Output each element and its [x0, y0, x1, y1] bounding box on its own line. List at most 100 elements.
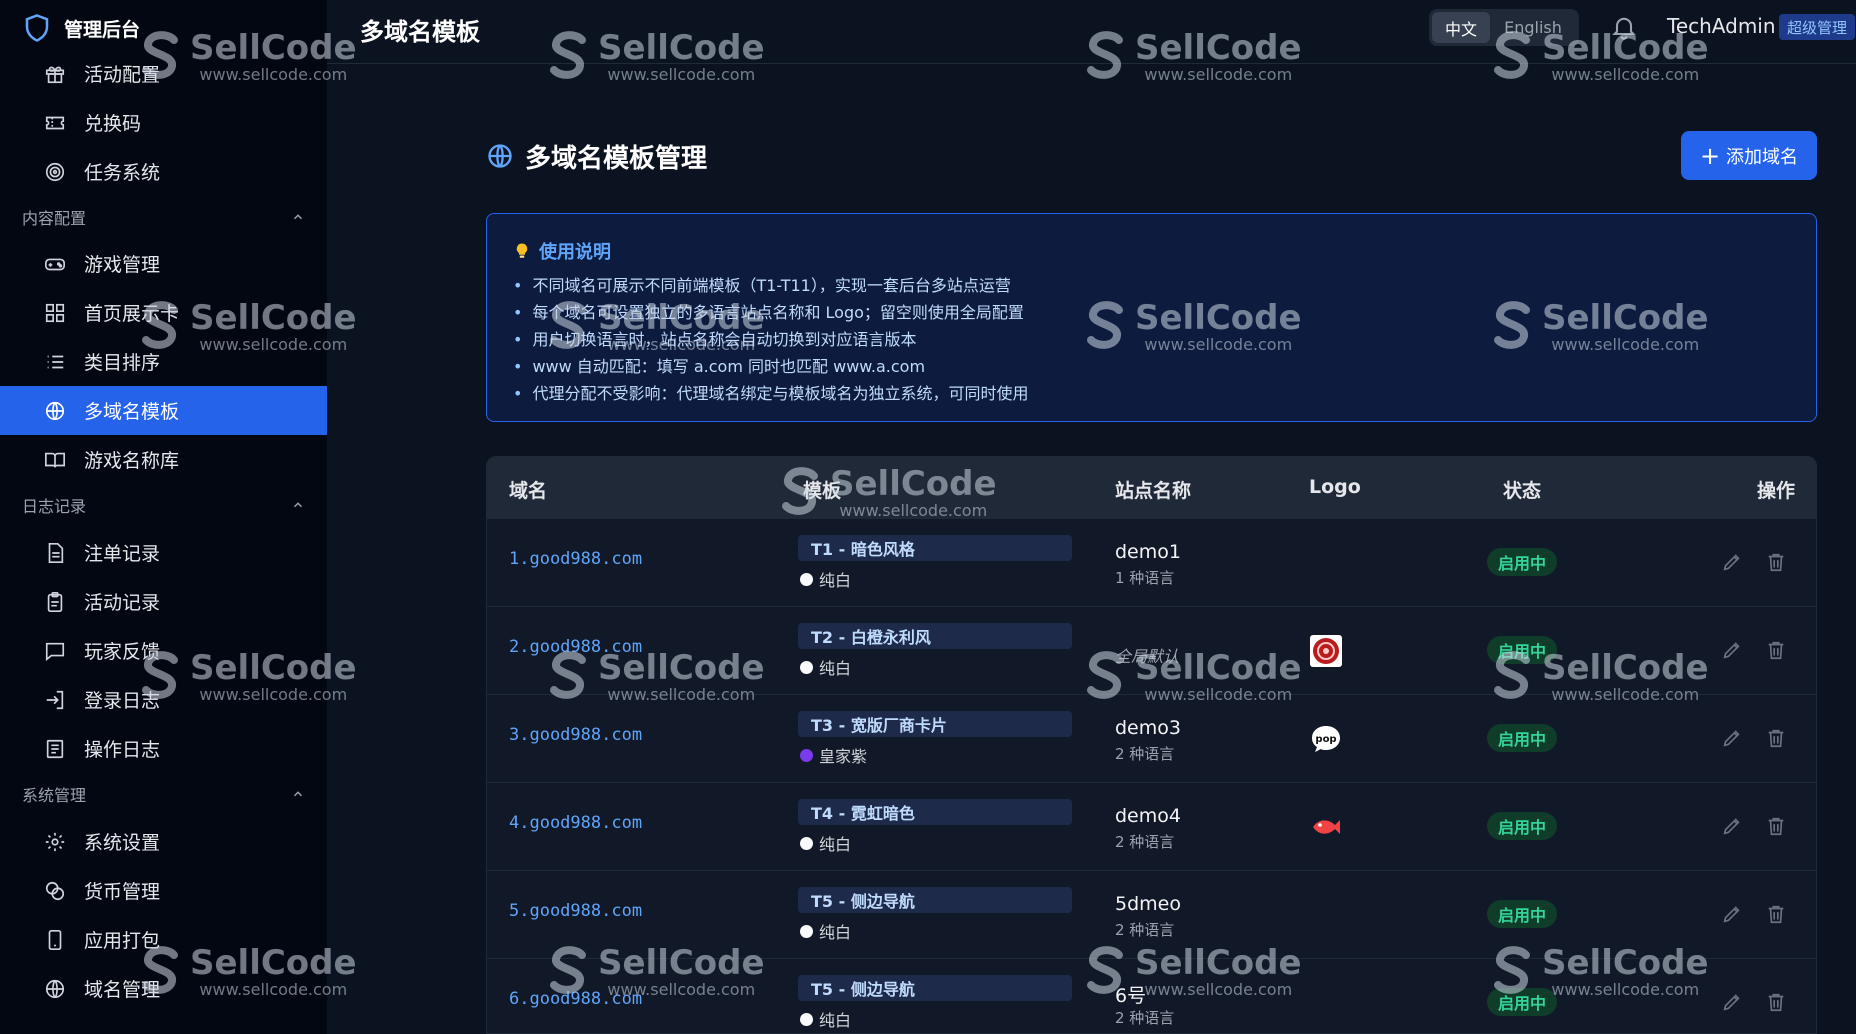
sidebar-item-label: 货币管理 [84, 881, 161, 903]
login-icon [46, 690, 64, 709]
message-icon [45, 642, 65, 661]
edit-icon[interactable] [1721, 551, 1743, 573]
status-badge: 启用中 [1487, 636, 1558, 664]
status-badge: 启用中 [1487, 988, 1558, 1016]
sidebar-item-activity-records[interactable]: 活动记录 [0, 577, 327, 626]
notice-line: • 代理分配不受影响：代理域名绑定与模板域名为独立系统，可同时使用 [513, 384, 1029, 403]
notice-line: • 每个域名可设置独立的多语言站点名称和 Logo；留空则使用全局配置 [513, 303, 1024, 322]
sidebar-item-label: 类目排序 [84, 352, 161, 374]
edit-icon[interactable] [1721, 991, 1743, 1013]
chevron-up-icon [293, 502, 303, 508]
target-icon [45, 162, 65, 181]
domain-link[interactable]: 5.good988.com [509, 901, 642, 921]
sidebar-group-logs[interactable]: 日志记录 [0, 484, 327, 526]
book-icon [45, 452, 65, 467]
plus-icon: + [1699, 141, 1721, 170]
template-tag: T2 - 白橙永利风 [798, 623, 1072, 649]
sidebar-group-system[interactable]: 系统管理 [0, 773, 327, 815]
coins-icon [45, 881, 65, 900]
template-tag: T3 - 宽版厂商卡片 [798, 711, 1072, 737]
domain-link[interactable]: 3.good988.com [509, 725, 642, 745]
template-theme: 纯白 [800, 1007, 851, 1031]
status-badge: 启用中 [1487, 812, 1558, 840]
bell-icon[interactable] [1610, 13, 1638, 41]
trash-icon[interactable] [1765, 727, 1787, 749]
theme-color-dot [800, 836, 813, 850]
section-title: 多域名模板管理 [525, 144, 708, 174]
edit-icon[interactable] [1721, 727, 1743, 749]
badge-logo-icon [1309, 634, 1343, 668]
gear-icon [45, 832, 65, 851]
sidebar-item-category-sort[interactable]: 类目排序 [0, 337, 327, 386]
role-badge: 超级管理 [1779, 14, 1856, 40]
table-row: 5.good988.com T5 - 侧边导航 纯白 5dmeo 2 种语言 启用中 [487, 870, 1816, 958]
col-status: 状态 [1503, 480, 1542, 502]
table-row: 3.good988.com T3 - 宽版厂商卡片 皇家紫 demo3 2 种语言 pop… [487, 694, 1816, 782]
sidebar-item-redeem-code[interactable]: 兑换码 [0, 98, 327, 147]
site-name: demo4 [1115, 805, 1181, 827]
sidebar-item-home-cards[interactable]: 首页展示卡 [0, 288, 327, 337]
status-badge: 启用中 [1487, 548, 1558, 576]
domain-link[interactable]: 4.good988.com [509, 813, 642, 833]
sidebar-item-game-name-library[interactable]: 游戏名称库 [0, 435, 327, 484]
trash-icon[interactable] [1765, 991, 1787, 1013]
trash-icon[interactable] [1765, 815, 1787, 837]
sidebar-item-app-packaging[interactable]: 应用打包 [0, 915, 327, 964]
sidebar-item-login-log[interactable]: 登录日志 [0, 675, 327, 724]
lang-zh-button[interactable]: 中文 [1432, 12, 1490, 43]
col-template: 模板 [803, 480, 842, 502]
sidebar-item-label: 任务系统 [84, 162, 161, 184]
sidebar-item-multi-domain-template[interactable]: 多域名模板 [0, 386, 327, 435]
lang-en-button[interactable]: English [1490, 12, 1576, 43]
brand[interactable]: 管理后台 [22, 10, 140, 46]
table-row: 1.good988.com T1 - 暗色风格 纯白 demo1 1 种语言 启用中 [487, 518, 1816, 606]
edit-icon[interactable] [1721, 903, 1743, 925]
edit-icon[interactable] [1721, 815, 1743, 837]
trash-icon[interactable] [1765, 903, 1787, 925]
sidebar-item-currency-management[interactable]: 货币管理 [0, 866, 327, 915]
sidebar-item-task-system[interactable]: 任务系统 [0, 147, 327, 196]
sidebar-item-label: 域名管理 [84, 979, 161, 1001]
username[interactable]: TechAdmin [1667, 14, 1776, 38]
sidebar-item-player-feedback[interactable]: 玩家反馈 [0, 626, 327, 675]
sidebar-item-activity-config[interactable]: 活动配置 [0, 49, 327, 98]
edit-icon[interactable] [1721, 639, 1743, 661]
add-domain-button[interactable]: + 添加域名 [1681, 131, 1817, 180]
sidebar-item-bet-records[interactable]: 注单记录 [0, 528, 327, 577]
sidebar-item-domain-management[interactable]: 域名管理 [0, 964, 327, 1013]
trash-icon[interactable] [1765, 639, 1787, 661]
template-theme: 纯白 [800, 655, 851, 679]
log-icon [46, 739, 64, 758]
gift-icon [45, 66, 65, 83]
notice-title: 使用说明 [513, 238, 1790, 264]
notice-line: • 用户切换语言时，站点名称会自动切换到对应语言版本 [513, 330, 917, 349]
col-site-name: 站点名称 [1115, 480, 1192, 502]
sidebar-group-label: 日志记录 [22, 497, 87, 516]
template-tag: T4 - 霓虹暗色 [798, 799, 1072, 825]
sidebar-item-label: 活动配置 [84, 64, 161, 86]
template-theme: 皇家紫 [800, 743, 867, 767]
table-header: 域名 模板 站点名称 Logo 状态 操作 [487, 457, 1816, 518]
notice-line: • 不同域名可展示不同前端模板（T1-T11），实现一套后台多站点运营 [513, 276, 1011, 295]
sidebar-item-label: 操作日志 [84, 739, 161, 761]
sidebar-item-label: 游戏名称库 [84, 450, 180, 472]
theme-color-dot [800, 1012, 813, 1026]
shield-icon [25, 14, 49, 42]
sidebar-group-content[interactable]: 内容配置 [0, 196, 327, 238]
sidebar-item-game-management[interactable]: 游戏管理 [0, 239, 327, 288]
theme-color-dot [800, 924, 813, 938]
grid-icon [45, 303, 65, 322]
chevron-up-icon [293, 791, 303, 797]
sidebar-item-system-settings[interactable]: 系统设置 [0, 817, 327, 866]
trash-icon[interactable] [1765, 551, 1787, 573]
ticket-icon [45, 116, 65, 129]
top-header: 多域名模板 中文 English TechAdmin 超级管理 [327, 0, 1856, 64]
domain-link[interactable]: 1.good988.com [509, 549, 642, 569]
table-row: 6.good988.com T5 - 侧边导航 纯白 6号 2 种语言 启用中 [487, 958, 1816, 1033]
sidebar-item-operation-log[interactable]: 操作日志 [0, 724, 327, 773]
domain-link[interactable]: 2.good988.com [509, 637, 642, 657]
domain-link[interactable]: 6.good988.com [509, 989, 642, 1009]
phone-icon [48, 929, 62, 950]
sidebar-item-label: 多域名模板 [84, 401, 180, 423]
template-theme: 纯白 [800, 919, 851, 943]
